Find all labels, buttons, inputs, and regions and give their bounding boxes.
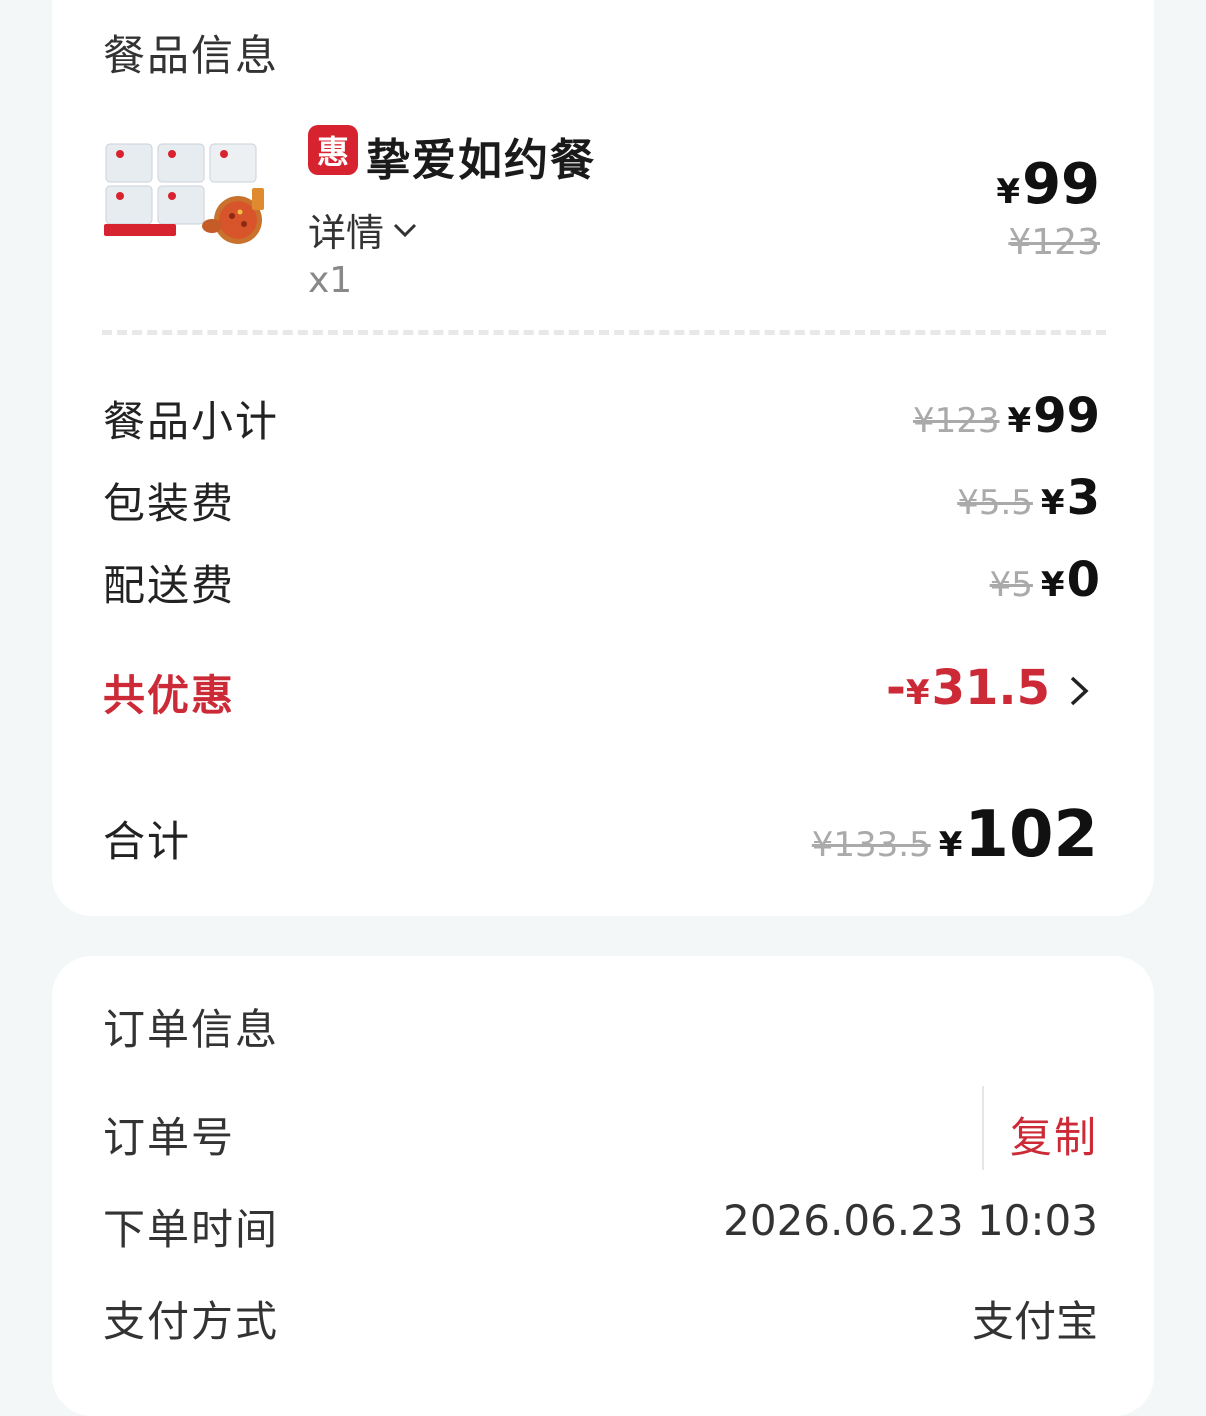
detail-label: 详情 [308,211,385,255]
product-image[interactable] [102,138,270,248]
order-time-value: 2026.06.23 10:03 [723,1196,1098,1245]
order-section-title: 订单信息 [103,1005,280,1054]
total-label: 合计 [103,817,192,866]
delivery-fee-value: ¥5 ¥0 [989,552,1100,608]
item-price-current: ¥99 [996,152,1100,217]
food-info-card: 餐品信息 惠 挚爱如约餐 详情 x1 ¥99 ¥123 餐品小计 ¥123 ¥9… [52,0,1154,916]
delivery-fee-label: 配送费 [103,561,236,610]
payment-method-value: 支付宝 [971,1297,1098,1346]
discount-label: 共优惠 [103,671,236,720]
item-quantity: x1 [308,260,353,301]
packaging-fee-value: ¥5.5 ¥3 [957,470,1100,526]
subtotal-value: ¥123 ¥99 [913,388,1100,444]
total-value: ¥133.5 ¥102 [811,798,1098,872]
discount-value[interactable]: -¥31.5 [886,660,1050,716]
item-detail-toggle[interactable]: 详情 [308,202,420,257]
order-info-card: 订单信息 订单号 复制 下单时间 2026.06.23 10:03 支付方式 支… [52,956,1154,1416]
divider [982,1086,984,1170]
payment-method-label: 支付方式 [103,1297,280,1346]
subtotal-label: 餐品小计 [103,397,280,446]
order-time-label: 下单时间 [103,1205,280,1254]
food-section-title: 餐品信息 [103,31,280,80]
chevron-right-icon[interactable] [1066,672,1092,710]
copy-order-number-button[interactable]: 复制 [1010,1104,1098,1165]
divider [102,330,1106,335]
promo-badge: 惠 [308,125,358,175]
order-number-label: 订单号 [103,1113,236,1162]
item-price-original: ¥123 [1008,222,1100,263]
item-name: 挚爱如约餐 [366,135,596,186]
chevron-down-icon [393,223,417,237]
packaging-fee-label: 包装费 [103,479,236,528]
